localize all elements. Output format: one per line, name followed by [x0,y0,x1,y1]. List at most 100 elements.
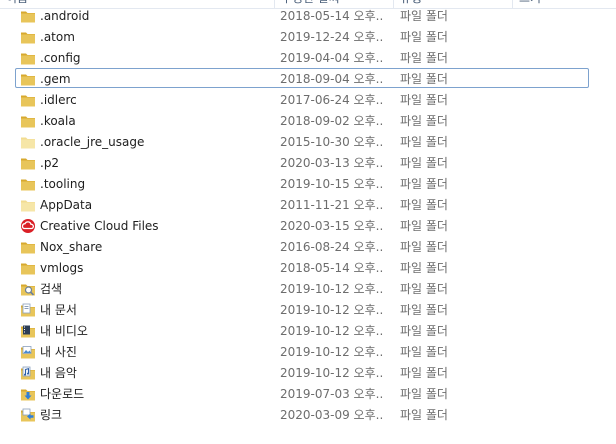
file-modified-date: 2019-10-12 오후... [280,366,384,380]
file-row[interactable]: 링크 2020-03-09 오후... 파일 폴더 [0,405,616,426]
file-type: 파일 폴더 [400,72,448,86]
downloads-folder-icon [20,386,36,402]
file-name[interactable]: 내 음악 [40,363,77,384]
file-row[interactable]: Creative Cloud Files 2020-03-15 오후... 파일 폴… [0,216,616,237]
file-row[interactable]: .oracle_jre_usage 2015-10-30 오후... 파일 폴더 [0,132,616,153]
folder-icon [20,50,36,66]
documents-folder-icon [20,302,36,318]
file-name[interactable]: 내 문서 [40,300,77,321]
file-row[interactable]: 다운로드 2019-07-03 오후... 파일 폴더 [0,384,616,405]
file-row[interactable]: 내 비디오 2019-10-12 오후... 파일 폴더 [0,321,616,342]
folder-icon [20,113,36,129]
file-list: .android 2018-05-14 오후... 파일 폴더 .atom 2019-1… [0,6,616,426]
creative-cloud-icon [20,218,36,234]
file-modified-date: 2020-03-09 오후... [280,408,384,422]
file-row[interactable]: .idlerc 2017-06-24 오후... 파일 폴더 [0,90,616,111]
file-type: 파일 폴더 [400,261,448,275]
file-name[interactable]: 검색 [40,279,62,300]
file-row[interactable]: .p2 2020-03-13 오후... 파일 폴더 [0,153,616,174]
folder-icon [20,8,36,24]
file-row[interactable]: 검색 2019-10-12 오후... 파일 폴더 [0,279,616,300]
music-folder-icon [20,365,36,381]
file-row[interactable]: 내 사진 2019-10-12 오후... 파일 폴더 [0,342,616,363]
file-modified-date: 2020-03-15 오후... [280,219,384,233]
file-type: 파일 폴더 [400,9,448,23]
file-type: 파일 폴더 [400,198,448,212]
file-modified-date: 2019-07-03 오후... [280,387,384,401]
folder-empty-icon [20,134,36,150]
file-modified-date: 2019-10-12 오후... [280,282,384,296]
file-type: 파일 폴더 [400,30,448,44]
file-name[interactable]: .idlerc [40,90,77,111]
file-name[interactable]: .android [40,6,89,27]
videos-folder-icon [20,323,36,339]
file-row[interactable]: .gem 2018-09-04 오후... 파일 폴더 [0,68,616,90]
search-folder-icon [20,281,36,297]
folder-icon [20,260,36,276]
file-modified-date: 2018-09-04 오후... [280,72,384,86]
file-name[interactable]: 내 사진 [40,342,77,363]
file-type: 파일 폴더 [400,135,448,149]
file-name[interactable]: .atom [40,27,75,48]
file-name[interactable]: .oracle_jre_usage [40,132,144,153]
file-name[interactable]: AppData [40,195,92,216]
file-modified-date: 2018-09-02 오후... [280,114,384,128]
file-name[interactable]: .koala [40,111,76,132]
file-modified-date: 2016-08-24 오후... [280,240,384,254]
file-row[interactable]: .tooling 2019-10-15 오후... 파일 폴더 [0,174,616,195]
file-modified-date: 2019-10-12 오후... [280,303,384,317]
file-row[interactable]: vmlogs 2018-05-14 오후... 파일 폴더 [0,258,616,279]
file-name[interactable]: Creative Cloud Files [40,216,159,237]
links-folder-icon [20,407,36,423]
file-name[interactable]: .gem [40,69,71,90]
file-type: 파일 폴더 [400,219,448,233]
file-modified-date: 2019-12-24 오후... [280,30,384,44]
file-row[interactable]: AppData 2011-11-21 오후... 파일 폴더 [0,195,616,216]
file-type: 파일 폴더 [400,282,448,296]
file-name[interactable]: Nox_share [40,237,102,258]
folder-icon [20,71,36,87]
folder-icon [20,155,36,171]
file-name[interactable]: vmlogs [40,258,83,279]
file-type: 파일 폴더 [400,303,448,317]
file-type: 파일 폴더 [400,51,448,65]
file-modified-date: 2019-10-12 오후... [280,345,384,359]
file-modified-date: 2018-05-14 오후... [280,9,384,23]
folder-empty-icon [20,197,36,213]
pictures-folder-icon [20,344,36,360]
file-type: 파일 폴더 [400,387,448,401]
file-row[interactable]: 내 문서 2019-10-12 오후... 파일 폴더 [0,300,616,321]
file-modified-date: 2011-11-21 오후... [280,198,384,212]
file-name[interactable]: 내 비디오 [40,321,88,342]
file-type: 파일 폴더 [400,324,448,338]
file-name[interactable]: 다운로드 [40,384,84,405]
folder-icon [20,239,36,255]
file-name[interactable]: .config [40,48,81,69]
file-type: 파일 폴더 [400,177,448,191]
folder-icon [20,29,36,45]
file-name[interactable]: .tooling [40,174,85,195]
file-type: 파일 폴더 [400,240,448,254]
file-type: 파일 폴더 [400,345,448,359]
folder-icon [20,176,36,192]
file-row[interactable]: .android 2018-05-14 오후... 파일 폴더 [0,6,616,27]
file-type: 파일 폴더 [400,93,448,107]
file-type: 파일 폴더 [400,156,448,170]
file-modified-date: 2015-10-30 오후... [280,135,384,149]
file-type: 파일 폴더 [400,366,448,380]
file-modified-date: 2019-04-04 오후... [280,51,384,65]
file-row[interactable]: .config 2019-04-04 오후... 파일 폴더 [0,48,616,69]
file-row[interactable]: .koala 2018-09-02 오후... 파일 폴더 [0,111,616,132]
file-name[interactable]: .p2 [40,153,59,174]
file-row[interactable]: .atom 2019-12-24 오후... 파일 폴더 [0,27,616,48]
folder-icon [20,92,36,108]
file-name[interactable]: 링크 [40,405,62,426]
file-type: 파일 폴더 [400,114,448,128]
file-modified-date: 2019-10-15 오후... [280,177,384,191]
file-row[interactable]: Nox_share 2016-08-24 오후... 파일 폴더 [0,237,616,258]
file-modified-date: 2018-05-14 오후... [280,261,384,275]
file-type: 파일 폴더 [400,408,448,422]
file-modified-date: 2020-03-13 오후... [280,156,384,170]
file-row[interactable]: 내 음악 2019-10-12 오후... 파일 폴더 [0,363,616,384]
file-modified-date: 2017-06-24 오후... [280,93,384,107]
